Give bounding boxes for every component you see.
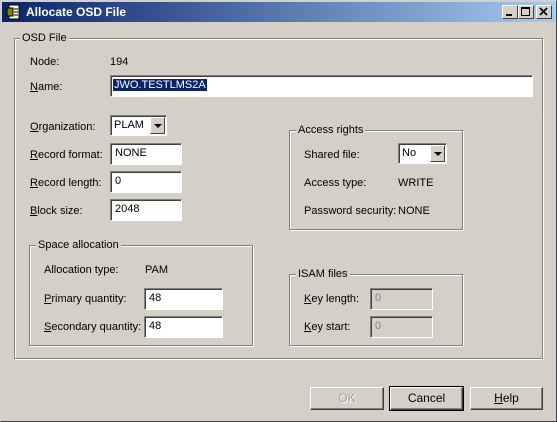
record-length-input[interactable]: 0: [110, 171, 182, 193]
name-label: Name:: [30, 81, 63, 93]
help-button[interactable]: Help: [470, 387, 543, 410]
key-start-input[interactable]: 0: [370, 316, 433, 338]
key-length-label: Key length:: [304, 293, 360, 305]
name-input-value: JWO.TESTLMS2A: [113, 79, 207, 91]
minimize-icon: [506, 14, 512, 16]
ok-button[interactable]: OK: [310, 387, 384, 410]
key-length-value: 0: [375, 292, 382, 304]
organization-select-value: PLAM: [114, 119, 144, 131]
record-format-value: NONE: [115, 147, 147, 159]
shared-file-select[interactable]: No: [398, 143, 447, 164]
record-format-label: Record format:: [30, 149, 103, 161]
chevron-down-icon[interactable]: [150, 117, 165, 134]
block-size-input[interactable]: 2048: [110, 199, 182, 221]
block-size-label: Block size:: [30, 205, 83, 217]
space-allocation-group-label: Space allocation: [36, 239, 121, 251]
secondary-quantity-label: Secondary quantity:: [44, 321, 142, 333]
primary-quantity-input[interactable]: 48: [144, 288, 223, 310]
record-length-value: 0: [115, 175, 122, 187]
key-length-input[interactable]: 0: [370, 288, 433, 310]
key-start-value: 0: [375, 320, 382, 332]
access-type-value: WRITE: [398, 177, 434, 189]
key-start-label: Key start:: [304, 321, 351, 333]
osd-file-group-label: OSD File: [20, 32, 69, 44]
primary-quantity-label: Primary quantity:: [44, 293, 127, 305]
title-bar[interactable]: Allocate OSD File: [2, 2, 555, 22]
node-value: 194: [110, 56, 129, 68]
block-size-value: 2048: [115, 203, 140, 215]
password-security-label: Password security:: [304, 205, 397, 217]
app-icon: [6, 4, 20, 20]
record-format-input[interactable]: NONE: [110, 143, 182, 165]
name-input[interactable]: JWO.TESTLMS2A: [110, 75, 533, 97]
close-button[interactable]: [536, 5, 552, 19]
maximize-icon: [521, 7, 530, 16]
password-security-value: NONE: [398, 205, 430, 217]
shared-file-label: Shared file:: [304, 149, 360, 161]
cancel-button[interactable]: Cancel: [389, 386, 464, 411]
window-title: Allocate OSD File: [26, 5, 127, 19]
secondary-quantity-input[interactable]: 48: [144, 316, 223, 338]
maximize-button[interactable]: [518, 5, 534, 19]
node-label: Node:: [30, 56, 60, 68]
minimize-button[interactable]: [502, 5, 518, 19]
close-icon: [539, 7, 548, 16]
organization-select[interactable]: PLAM: [110, 115, 167, 136]
chevron-down-icon[interactable]: [430, 145, 445, 162]
primary-quantity-value: 48: [149, 292, 162, 304]
shared-file-select-value: No: [402, 147, 417, 159]
allocation-type-label: Allocation type:: [44, 264, 119, 276]
isam-files-group-label: ISAM files: [296, 268, 350, 280]
access-rights-group-label: Access rights: [296, 124, 366, 136]
secondary-quantity-value: 48: [149, 320, 162, 332]
allocation-type-value: PAM: [145, 264, 169, 276]
record-length-label: Record length:: [30, 177, 102, 189]
organization-label: Organization:: [30, 121, 96, 133]
access-type-label: Access type:: [304, 177, 367, 189]
